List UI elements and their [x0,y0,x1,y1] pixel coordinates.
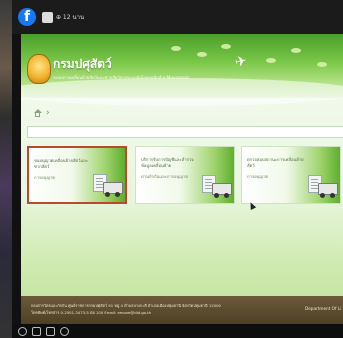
airplane-icon: ✈ [233,52,249,72]
card-title: บริการรับการปัญชีและสำรวจข้อมูลเคลื่อนย้… [141,157,194,168]
comment-icon[interactable] [32,326,41,336]
leaf-icon [266,58,276,63]
site-footer: กองสารวัตรและกักกัน ศูนย์ราชการกรมปศุสัต… [21,296,343,324]
card-subtitle: ด่านกักกันและการอนุญาต [141,174,189,179]
post-time: ⊕ 12 นาน [56,14,85,21]
app-square-icon[interactable] [42,11,53,23]
post-topbar: f ⊕ 12 นาน [12,0,343,34]
card-checkpoint-service[interactable]: บริการรับการปัญชีและสำรวจข้อมูลเคลื่อนย้… [135,146,235,204]
more-icon[interactable] [60,326,69,336]
truck-document-icon [202,175,232,198]
card-subtitle: การอนุญาต [247,174,269,179]
footer-address: กองสารวัตรและกักกัน ศูนย์ราชการกรมปศุสัต… [31,303,221,308]
footer-contact: โทรศัพท์/โทรสาร 0-2501-3473-5 ต่อ 100 Em… [31,310,152,315]
card-title: ตรวจสอบสถานะการเคลื่อนย้ายสัตว์ [247,157,304,168]
department-emblem-icon [27,54,51,84]
leaf-icon [197,52,207,57]
leaf-icon [291,48,301,53]
share-icon[interactable] [46,326,55,336]
website-screenshot: กรมปศุสัตว์ ระบบการเคลื่อนย้ายสัตว์และซา… [21,34,343,324]
org-subtitle: ระบบการเคลื่อนย้ายสัตว์และซากสัตว์ทางระบ… [53,75,189,80]
breadcrumb: › [33,108,50,118]
search-input[interactable] [27,126,343,138]
truck-document-icon [308,175,338,198]
breadcrumb-separator: › [46,108,50,118]
card-subtitle: การอนุญาต [34,175,56,180]
org-name: กรมปศุสัตว์ [53,57,112,71]
header-swoosh [21,78,343,106]
video-side-strip [0,0,12,338]
facebook-icon[interactable]: f [18,8,36,26]
leaf-icon [221,44,231,49]
truck-document-icon [93,174,123,197]
card-check-status[interactable]: ตรวจสอบสถานะการเคลื่อนย้ายสัตว์ การอนุญา… [241,146,341,204]
like-icon[interactable] [18,326,27,336]
card-title: ขออนุญาตเคลื่อนย้ายสัตว์และซากสัตว์ [34,158,88,169]
leaf-icon [317,62,327,67]
site-header: กรมปศุสัตว์ ระบบการเคลื่อนย้ายสัตว์และซา… [21,34,343,106]
card-request-permit[interactable]: ขออนุญาตเคลื่อนย้ายสัตว์และซากสัตว์ การอ… [27,146,127,204]
home-icon[interactable] [33,109,42,117]
footer-department: Department Of Li [305,306,342,311]
leaf-icon [171,46,181,51]
reaction-bar [12,324,343,338]
